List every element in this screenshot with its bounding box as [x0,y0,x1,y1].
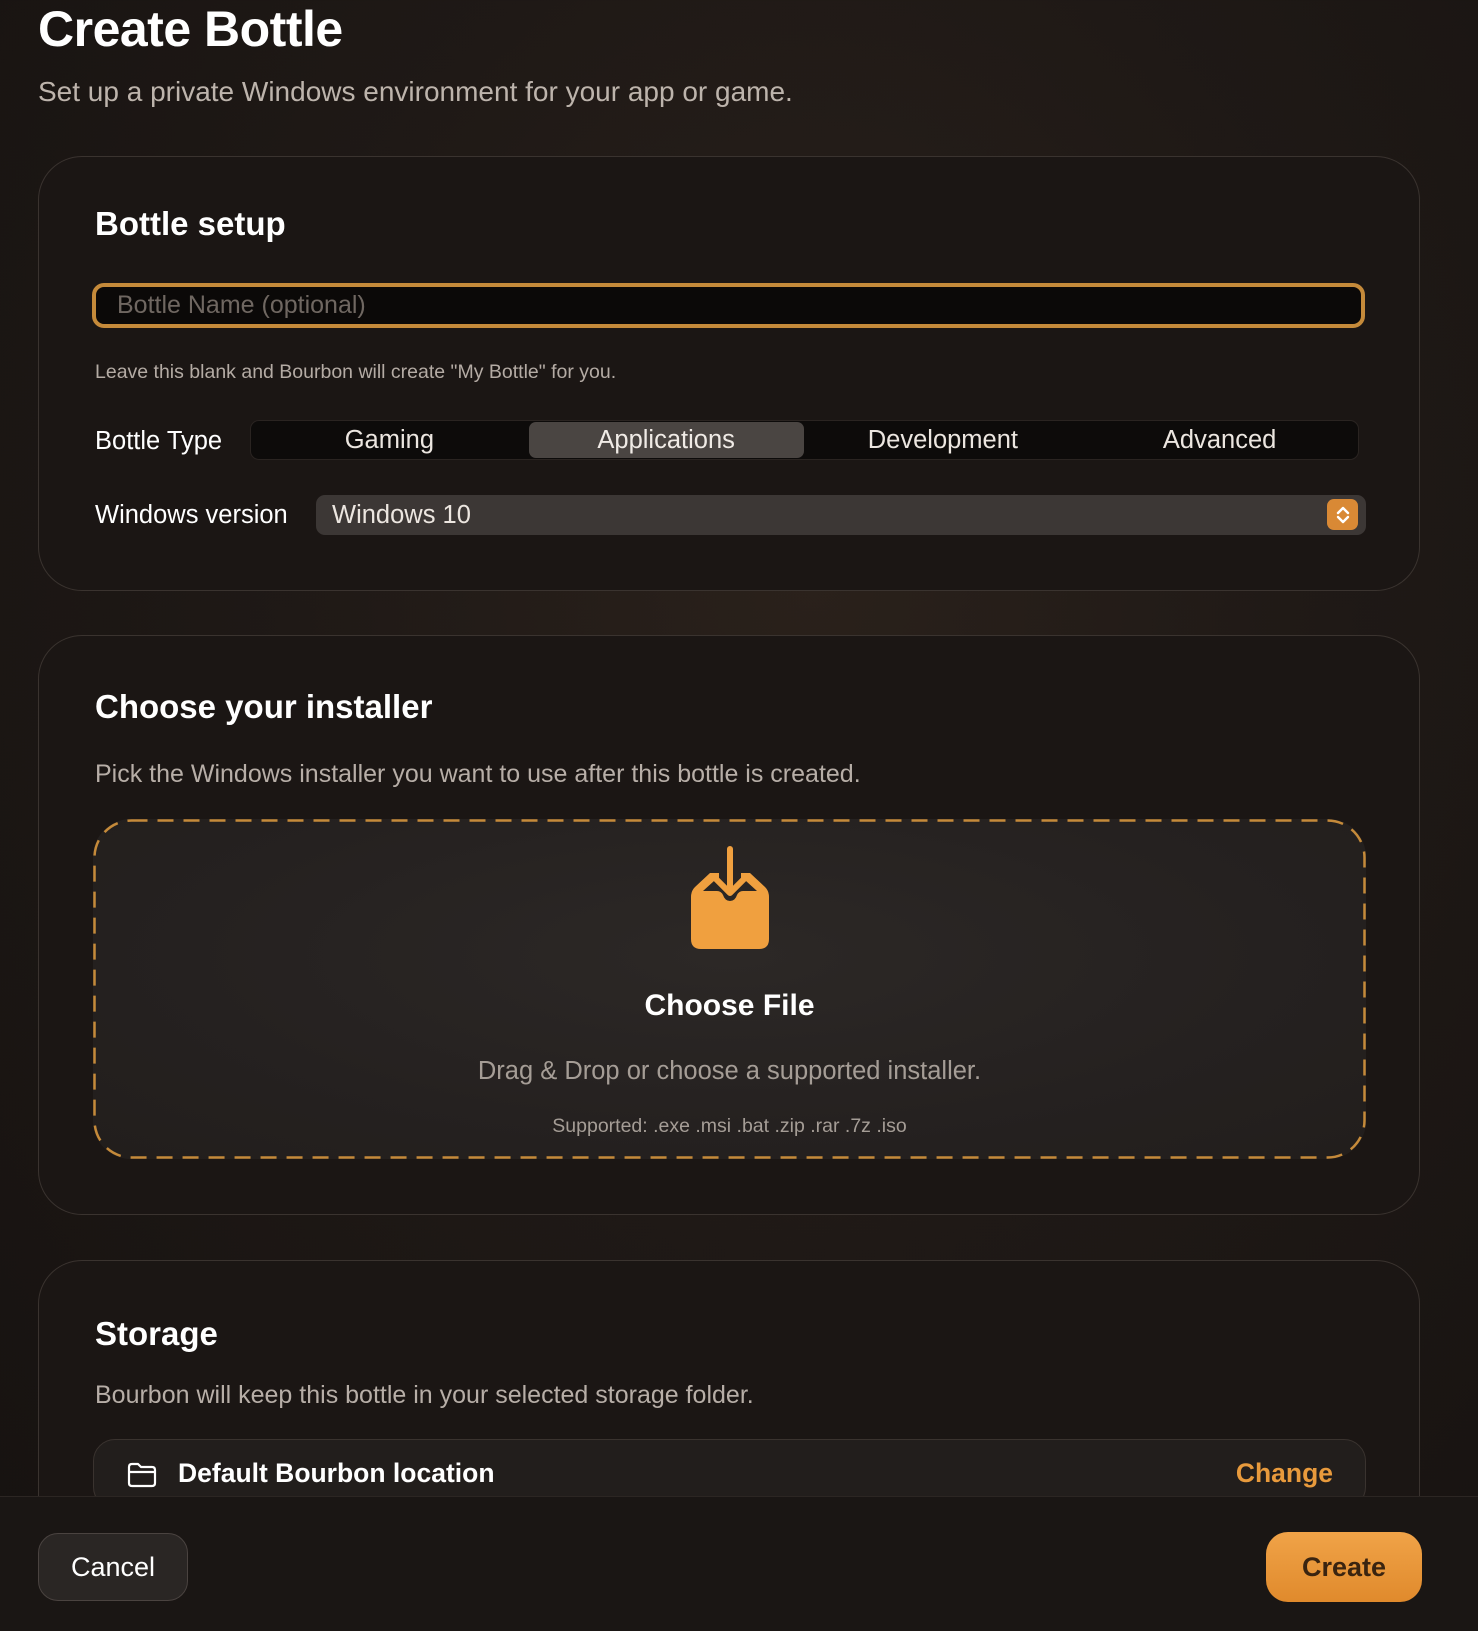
windows-version-select[interactable]: Windows 10 [316,495,1366,535]
supported-formats: Supported: .exe .msi .bat .zip .rar .7z … [552,1115,907,1137]
bottle-setup-title: Bottle setup [95,205,286,242]
installer-title: Choose your installer [95,688,433,725]
footer-bar: Cancel Create [0,1496,1478,1631]
installer-card: Choose your installer Pick the Windows i… [38,635,1420,1215]
page-subtitle: Set up a private Windows environment for… [38,76,793,107]
bottle-type-gaming[interactable]: Gaming [252,422,527,458]
drop-instructions: Drag & Drop or choose a supported instal… [477,1057,982,1085]
bottle-type-development[interactable]: Development [806,422,1081,458]
bottle-setup-card: Bottle setup Leave this blank and Bourbo… [38,156,1420,591]
tray-download-icon [677,845,783,956]
bottle-name-hint: Leave this blank and Bourbon will create… [95,361,617,383]
bottle-type-segmented-control: Gaming Applications Development Advanced [250,420,1359,460]
storage-location-label: Default Bourbon location [178,1458,495,1488]
installer-description: Pick the Windows installer you want to u… [95,760,861,788]
bottle-type-advanced[interactable]: Advanced [1082,422,1357,458]
storage-title: Storage [95,1315,218,1352]
change-storage-button[interactable]: Change [1236,1458,1333,1489]
bottle-type-applications[interactable]: Applications [528,422,804,458]
cancel-button[interactable]: Cancel [38,1533,188,1601]
folder-icon [126,1462,158,1493]
create-button[interactable]: Create [1266,1532,1422,1602]
storage-description: Bourbon will keep this bottle in your se… [95,1381,754,1409]
bottle-type-label: Bottle Type [95,427,223,455]
bottle-name-input[interactable] [92,283,1365,328]
page-title: Create Bottle [38,1,343,57]
windows-version-label: Windows version [95,501,288,529]
choose-file-label: Choose File [644,989,815,1022]
up-down-chevron-icon [1327,499,1358,530]
windows-version-value: Windows 10 [332,500,471,529]
installer-dropzone[interactable]: Choose File Drag & Drop or choose a supp… [93,819,1366,1159]
